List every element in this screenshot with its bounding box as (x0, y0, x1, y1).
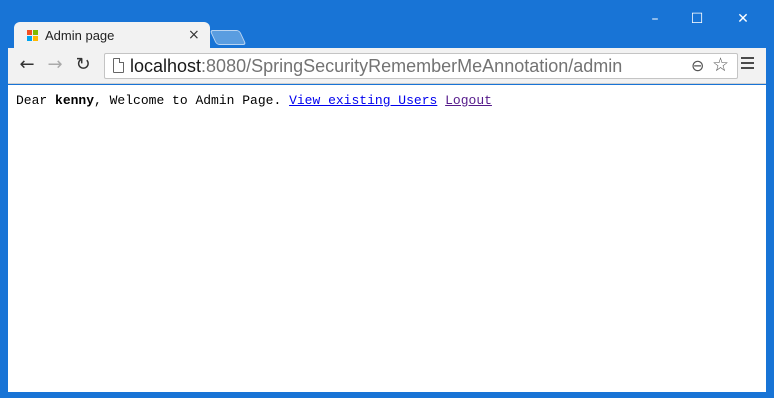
tab-close-icon[interactable]: × (188, 27, 200, 43)
logout-link[interactable]: Logout (445, 93, 492, 108)
username: kenny (55, 93, 95, 108)
url-host: localhost (130, 56, 202, 76)
welcome-message: Dear kenny, Welcome to Admin Page. View … (16, 93, 492, 108)
minimize-button[interactable]: – (632, 9, 678, 29)
view-users-link[interactable]: View existing Users (289, 93, 437, 108)
close-window-button[interactable]: ✕ (720, 9, 766, 29)
page-content: Dear kenny, Welcome to Admin Page. View … (8, 85, 766, 392)
url-path: :8080/SpringSecurityRememberMeAnnotation… (201, 56, 623, 76)
active-tab[interactable]: Admin page × (14, 22, 210, 49)
maximize-button[interactable]: ☐ (674, 9, 720, 29)
windows-favicon-icon (27, 30, 39, 42)
greeting-suffix: , Welcome to Admin Page. (94, 93, 290, 108)
browser-window: Admin page × – ☐ ✕ ← → ↻ localhost:8080/… (0, 0, 774, 398)
menu-icon[interactable] (741, 57, 754, 71)
forward-button[interactable]: → (44, 54, 66, 76)
tab-title: Admin page (45, 28, 115, 43)
greeting-prefix: Dear (16, 93, 56, 108)
new-tab-button[interactable] (209, 30, 247, 45)
page-icon (113, 58, 124, 73)
address-bar[interactable]: localhost:8080/SpringSecurityRememberMeA… (104, 53, 738, 79)
title-bar: Admin page × – ☐ ✕ (0, 0, 774, 49)
bookmark-star-icon[interactable]: ☆ (712, 54, 729, 76)
browser-toolbar: ← → ↻ localhost:8080/SpringSecurityRemem… (8, 48, 766, 84)
url-text[interactable]: localhost:8080/SpringSecurityRememberMeA… (130, 56, 622, 77)
zoom-icon[interactable]: ⊖ (691, 56, 704, 75)
back-button[interactable]: ← (16, 54, 38, 76)
reload-button[interactable]: ↻ (72, 54, 94, 76)
